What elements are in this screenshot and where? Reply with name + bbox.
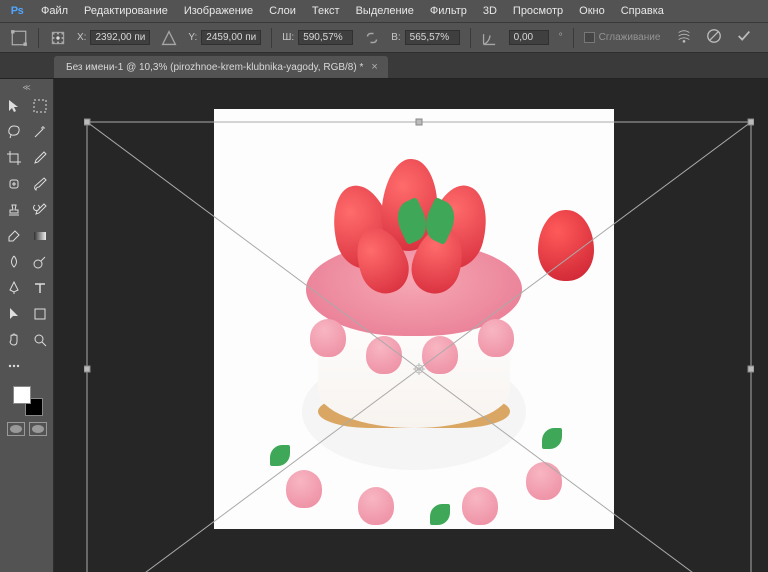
- canvas-area[interactable]: [54, 79, 768, 572]
- cancel-icon[interactable]: [706, 28, 722, 47]
- history-brush-tool[interactable]: [28, 198, 52, 222]
- healing-tool[interactable]: [2, 172, 26, 196]
- angle-input[interactable]: 0,00: [509, 30, 549, 45]
- toolbox: ≪: [0, 79, 54, 572]
- image-content: [214, 109, 614, 529]
- x-input[interactable]: 2392,00 пи: [90, 30, 150, 45]
- separator: [271, 28, 272, 48]
- close-tab-icon[interactable]: ×: [371, 61, 377, 73]
- menu-layers[interactable]: Слои: [262, 1, 303, 21]
- document-tab[interactable]: Без имени-1 @ 10,3% (pirozhnoe-krem-klub…: [54, 56, 388, 78]
- separator: [38, 28, 39, 48]
- h-field: В: 565,57%: [391, 30, 459, 45]
- w-field: Ш: 590,57%: [282, 30, 353, 45]
- angle-icon: [481, 29, 499, 47]
- standard-mode-icon[interactable]: [7, 422, 25, 436]
- marquee-tool[interactable]: [28, 94, 52, 118]
- separator: [573, 28, 574, 48]
- menu-3d[interactable]: 3D: [476, 1, 504, 21]
- x-label: X:: [77, 32, 86, 43]
- blur-tool[interactable]: [2, 250, 26, 274]
- menu-image[interactable]: Изображение: [177, 1, 260, 21]
- transform-tool-icon[interactable]: [10, 29, 28, 47]
- x-field: X: 2392,00 пи: [77, 30, 150, 45]
- link-icon[interactable]: [363, 29, 381, 47]
- tab-title: Без имени-1 @ 10,3% (pirozhnoe-krem-klub…: [66, 62, 363, 73]
- h-input[interactable]: 565,57%: [405, 30, 460, 45]
- crop-tool[interactable]: [2, 146, 26, 170]
- menu-filter[interactable]: Фильтр: [423, 1, 474, 21]
- app-logo: Ps: [6, 0, 28, 22]
- hand-tool[interactable]: [2, 328, 26, 352]
- h-label: В:: [391, 32, 400, 43]
- y-label: Y:: [188, 32, 197, 43]
- gradient-tool[interactable]: [28, 224, 52, 248]
- quick-mask-icon[interactable]: [29, 422, 47, 436]
- menu-select[interactable]: Выделение: [349, 1, 421, 21]
- y-input[interactable]: 2459,00 пи: [201, 30, 261, 45]
- path-select-tool[interactable]: [2, 302, 26, 326]
- delta-icon[interactable]: [160, 29, 178, 47]
- menu-view[interactable]: Просмотр: [506, 1, 570, 21]
- menu-bar: Ps Файл Редактирование Изображение Слои …: [0, 0, 768, 22]
- menu-text[interactable]: Текст: [305, 1, 347, 21]
- pen-tool[interactable]: [2, 276, 26, 300]
- edit-toolbar[interactable]: [2, 354, 26, 378]
- menu-file[interactable]: Файл: [34, 1, 75, 21]
- interp-checkbox[interactable]: [584, 32, 595, 43]
- reference-point-icon[interactable]: [49, 29, 67, 47]
- color-swatches[interactable]: [11, 384, 43, 416]
- commit-icon[interactable]: [736, 28, 752, 47]
- foreground-swatch[interactable]: [13, 386, 31, 404]
- menu-edit[interactable]: Редактирование: [77, 1, 175, 21]
- degree-label: °: [559, 32, 563, 43]
- zoom-tool[interactable]: [28, 328, 52, 352]
- quick-mask-row: [7, 422, 47, 436]
- lasso-tool[interactable]: [2, 120, 26, 144]
- shape-tool[interactable]: [28, 302, 52, 326]
- interp-field[interactable]: Сглаживание: [584, 32, 661, 43]
- move-tool[interactable]: [2, 94, 26, 118]
- brush-tool[interactable]: [28, 172, 52, 196]
- w-input[interactable]: 590,57%: [298, 30, 353, 45]
- eyedropper-tool[interactable]: [28, 146, 52, 170]
- type-tool[interactable]: [28, 276, 52, 300]
- dodge-tool[interactable]: [28, 250, 52, 274]
- toolbox-expand-icon[interactable]: ≪: [0, 82, 53, 92]
- menu-window[interactable]: Окно: [572, 1, 612, 21]
- y-field: Y: 2459,00 пи: [188, 30, 261, 45]
- menu-help[interactable]: Справка: [614, 1, 671, 21]
- magic-wand-tool[interactable]: [28, 120, 52, 144]
- separator: [470, 28, 471, 48]
- warp-icon[interactable]: [676, 28, 692, 47]
- document-tab-bar: Без имени-1 @ 10,3% (pirozhnoe-krem-klub…: [0, 53, 768, 79]
- options-right: [676, 28, 768, 47]
- eraser-tool[interactable]: [2, 224, 26, 248]
- interp-label: Сглаживание: [599, 32, 661, 43]
- stamp-tool[interactable]: [2, 198, 26, 222]
- options-bar: X: 2392,00 пи Y: 2459,00 пи Ш: 590,57% В…: [0, 22, 768, 53]
- w-label: Ш:: [282, 32, 294, 43]
- canvas[interactable]: [214, 109, 614, 529]
